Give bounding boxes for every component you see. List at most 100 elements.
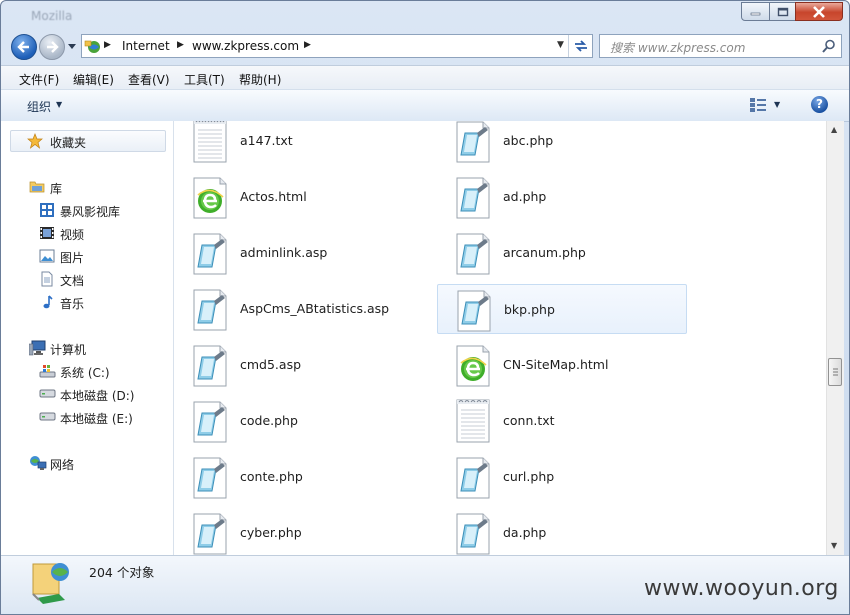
minimize-button[interactable] <box>741 2 770 21</box>
vertical-scrollbar[interactable]: ▲ ▼ <box>826 121 844 555</box>
search-placeholder: 搜索 www.zkpress.com <box>610 41 746 55</box>
navigation-row: ▶ Internet ▶ www.zkpress.com ▶ ▼ 搜索 www.… <box>1 31 849 63</box>
minimize-icon <box>750 12 760 15</box>
documents-icon <box>41 271 53 287</box>
breadcrumb-site[interactable]: www.zkpress.com <box>192 39 299 53</box>
video-icon <box>40 227 54 239</box>
script-file-icon <box>192 455 228 499</box>
organize-button[interactable]: 组织 <box>27 98 51 115</box>
hard-drive-icon <box>39 412 56 421</box>
computer-icon <box>29 340 46 356</box>
html-file-icon <box>192 175 228 219</box>
file-item[interactable]: CN-SiteMap.html <box>437 340 687 390</box>
file-item[interactable]: cyber.php <box>174 508 424 555</box>
search-box[interactable]: 搜索 www.zkpress.com <box>599 34 842 58</box>
breadcrumb-separator[interactable]: ▶ <box>304 40 311 50</box>
script-file-icon <box>192 287 228 331</box>
recent-pages-chevron-icon[interactable] <box>67 43 77 51</box>
text-file-icon <box>192 121 228 163</box>
sidebar-item-computer[interactable]: 计算机 <box>50 341 86 358</box>
breadcrumb-internet[interactable]: Internet <box>122 39 170 53</box>
menu-help[interactable]: 帮助(H) <box>239 71 281 88</box>
maximize-icon <box>777 7 788 16</box>
arrow-right-icon <box>47 41 59 53</box>
file-item[interactable]: arcanum.php <box>437 228 687 278</box>
star-icon <box>27 133 43 149</box>
file-item[interactable]: adminlink.asp <box>174 228 424 278</box>
file-item[interactable]: curl.php <box>437 452 687 502</box>
sidebar-item-network[interactable]: 网络 <box>50 456 74 473</box>
file-name: bkp.php <box>504 302 555 317</box>
help-button[interactable]: ? <box>811 96 828 113</box>
chevron-down-icon[interactable]: ▼ <box>56 100 62 109</box>
file-item[interactable]: Actos.html <box>174 172 424 222</box>
sidebar-item-pictures[interactable]: 图片 <box>60 249 84 266</box>
menu-bar: 文件(F) 编辑(E) 查看(V) 工具(T) 帮助(H) <box>1 65 849 90</box>
file-name: cyber.php <box>240 525 302 540</box>
window-title: Mozilla <box>31 9 73 23</box>
sidebar-item-documents[interactable]: 文档 <box>60 272 84 289</box>
file-item[interactable]: conn.txt <box>437 396 687 446</box>
sidebar-item-drive-d[interactable]: 本地磁盘 (D:) <box>60 387 134 404</box>
scroll-up-arrow-icon[interactable]: ▲ <box>831 125 837 134</box>
sidebar-item-storm-video-library[interactable]: 暴风影视库 <box>60 203 120 220</box>
script-file-icon <box>192 231 228 275</box>
file-item[interactable]: ad.php <box>437 172 687 222</box>
search-icon[interactable] <box>822 39 836 53</box>
scrollbar-thumb[interactable] <box>828 358 842 386</box>
view-options-chevron-icon[interactable]: ▼ <box>774 100 780 109</box>
file-item[interactable]: conte.php <box>174 452 424 502</box>
sidebar-item-music[interactable]: 音乐 <box>60 295 84 312</box>
change-view-icon[interactable] <box>749 97 769 113</box>
text-file-icon <box>455 399 491 443</box>
sidebar-item-label: 收藏夹 <box>50 136 87 150</box>
file-name: da.php <box>503 525 547 540</box>
menu-view[interactable]: 查看(V) <box>128 71 170 88</box>
music-note-icon <box>43 295 53 309</box>
maximize-button[interactable] <box>769 2 796 21</box>
address-history-dropdown[interactable]: ▼ <box>557 40 564 50</box>
file-item[interactable]: code.php <box>174 396 424 446</box>
html-file-icon <box>455 343 491 387</box>
close-button[interactable] <box>795 2 843 21</box>
forward-button[interactable] <box>39 34 65 60</box>
sidebar-item-drive-c[interactable]: 系统 (C:) <box>60 364 110 381</box>
menu-file[interactable]: 文件(F) <box>19 71 59 88</box>
script-file-icon <box>455 231 491 275</box>
pictures-icon <box>39 249 55 263</box>
file-name: AspCms_ABtatistics.asp <box>240 301 390 316</box>
script-file-icon <box>192 511 228 555</box>
breadcrumb-separator[interactable]: ▶ <box>177 40 184 50</box>
navigation-pane: 收藏夹 库 暴风影视库 视频 图片 文档 音乐 计算机 系统 (C:) 本地磁盘… <box>1 121 174 555</box>
refresh-button[interactable] <box>568 35 593 57</box>
menu-edit[interactable]: 编辑(E) <box>73 71 114 88</box>
web-folder-icon <box>32 563 69 604</box>
file-item[interactable]: cmd5.asp <box>174 340 424 390</box>
file-name: CN-SiteMap.html <box>503 357 609 372</box>
file-name: abc.php <box>503 133 554 148</box>
file-item[interactable]: a147.txt <box>174 121 424 166</box>
file-item[interactable]: da.php <box>437 508 687 555</box>
file-name: a147.txt <box>240 133 293 148</box>
title-bar[interactable]: Mozilla <box>1 1 849 31</box>
file-list: a147.txt abc.php Actos.html ad.php adminlink… <box>174 121 826 555</box>
menu-tools[interactable]: 工具(T) <box>184 71 225 88</box>
file-item[interactable]: bkp.php <box>437 284 687 334</box>
scroll-down-arrow-icon[interactable]: ▼ <box>831 541 837 550</box>
address-bar[interactable]: ▶ Internet ▶ www.zkpress.com ▶ ▼ <box>81 34 593 58</box>
file-item[interactable]: abc.php <box>437 121 687 166</box>
script-file-icon <box>455 511 491 555</box>
explorer-window: Mozilla ▶ Internet ▶ www.zkpress.com ▶ ▼… <box>0 0 850 615</box>
arrow-left-icon <box>17 41 29 53</box>
script-file-icon <box>456 288 492 332</box>
back-button[interactable] <box>11 34 37 60</box>
grip-icon <box>833 368 838 376</box>
sidebar-item-libraries[interactable]: 库 <box>50 180 62 197</box>
breadcrumb-separator[interactable]: ▶ <box>104 40 111 50</box>
command-bar: 组织 ▼ ▼ ? <box>1 89 849 122</box>
file-item[interactable]: AspCms_ABtatistics.asp <box>174 284 424 334</box>
sidebar-item-videos[interactable]: 视频 <box>60 226 84 243</box>
sidebar-item-drive-e[interactable]: 本地磁盘 (E:) <box>60 410 133 427</box>
file-name: ad.php <box>503 189 547 204</box>
sidebar-item-favorites[interactable]: 收藏夹 <box>10 130 166 152</box>
